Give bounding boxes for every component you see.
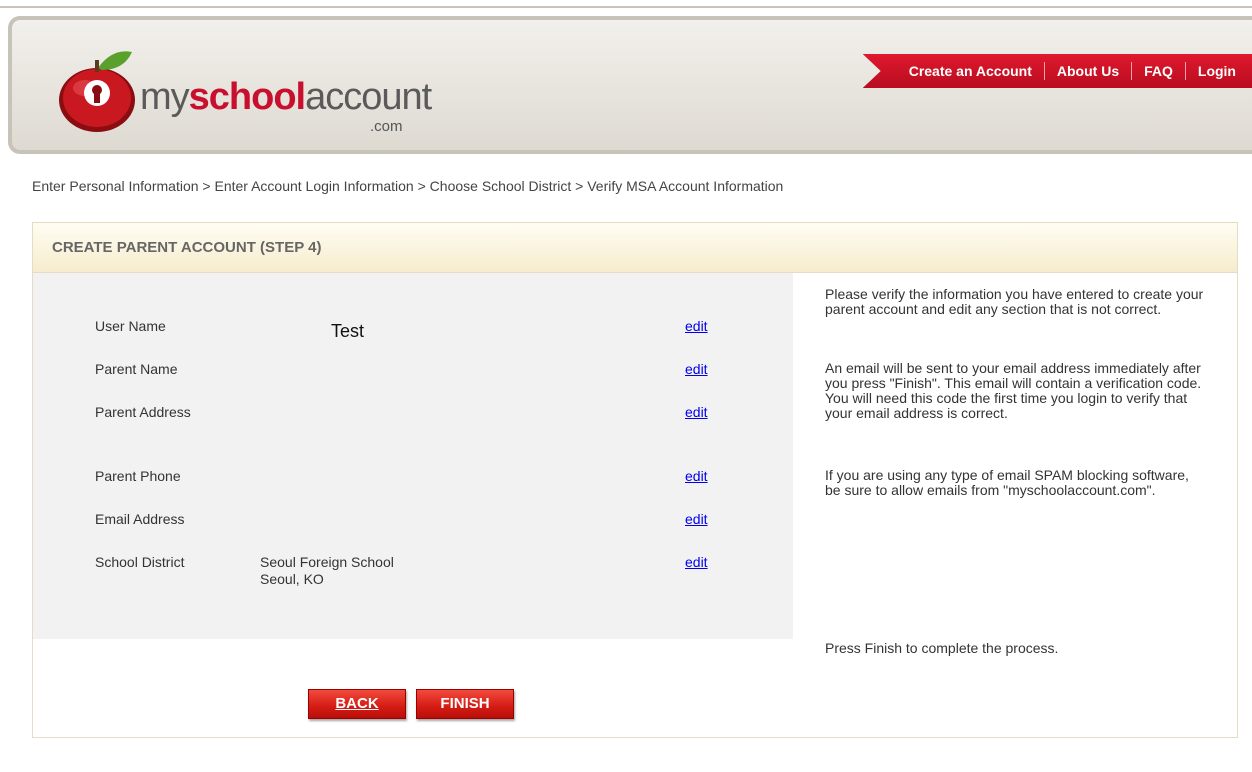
edit-parent-name-link[interactable]: edit	[685, 361, 708, 377]
value-user-name: Test	[331, 321, 365, 341]
logo-wordmark: myschoolaccount	[140, 76, 432, 118]
nav-create-account[interactable]: Create an Account	[897, 54, 1044, 88]
value-school-name: Seoul Foreign School	[260, 554, 394, 570]
finish-button[interactable]: FINISH	[416, 689, 514, 719]
panel-title: CREATE PARENT ACCOUNT (STEP 4)	[33, 223, 1237, 273]
edit-parent-phone-link[interactable]: edit	[685, 468, 708, 484]
create-account-panel: CREATE PARENT ACCOUNT (STEP 4) User Name…	[32, 222, 1238, 738]
site-logo[interactable]: myschoolaccount .com	[52, 38, 452, 148]
label-user-name: User Name	[95, 318, 166, 334]
top-nav: Create an Account About Us FAQ Login	[862, 54, 1252, 88]
edit-user-name-link[interactable]: edit	[685, 318, 708, 334]
logo-suffix: .com	[370, 118, 403, 135]
help-text-email: An email will be sent to your email addr…	[825, 360, 1202, 421]
label-parent-phone: Parent Phone	[95, 468, 181, 484]
edit-email-address-link[interactable]: edit	[685, 511, 708, 527]
apple-logo-icon	[59, 51, 135, 132]
label-email-address: Email Address	[95, 511, 185, 527]
breadcrumb: Enter Personal Information > Enter Accou…	[32, 178, 784, 194]
label-school-district: School District	[95, 554, 185, 570]
help-text-finish: Press Finish to complete the process.	[825, 640, 1059, 656]
nav-faq[interactable]: FAQ	[1132, 54, 1185, 88]
edit-parent-address-link[interactable]: edit	[685, 404, 708, 420]
edit-school-district-link[interactable]: edit	[685, 554, 708, 570]
nav-login[interactable]: Login	[1186, 54, 1248, 88]
value-school-location: Seoul, KO	[260, 571, 324, 587]
label-parent-name: Parent Name	[95, 361, 178, 377]
site-header: myschoolaccount .com Create an Account A…	[8, 16, 1252, 154]
label-parent-address: Parent Address	[95, 404, 191, 420]
top-rule	[0, 6, 1252, 8]
help-text-spam: If you are using any type of email SPAM …	[825, 467, 1189, 498]
help-text-verify: Please verify the information you have e…	[825, 286, 1204, 317]
nav-about-us[interactable]: About Us	[1045, 54, 1131, 88]
back-button[interactable]: BACK	[308, 689, 406, 719]
